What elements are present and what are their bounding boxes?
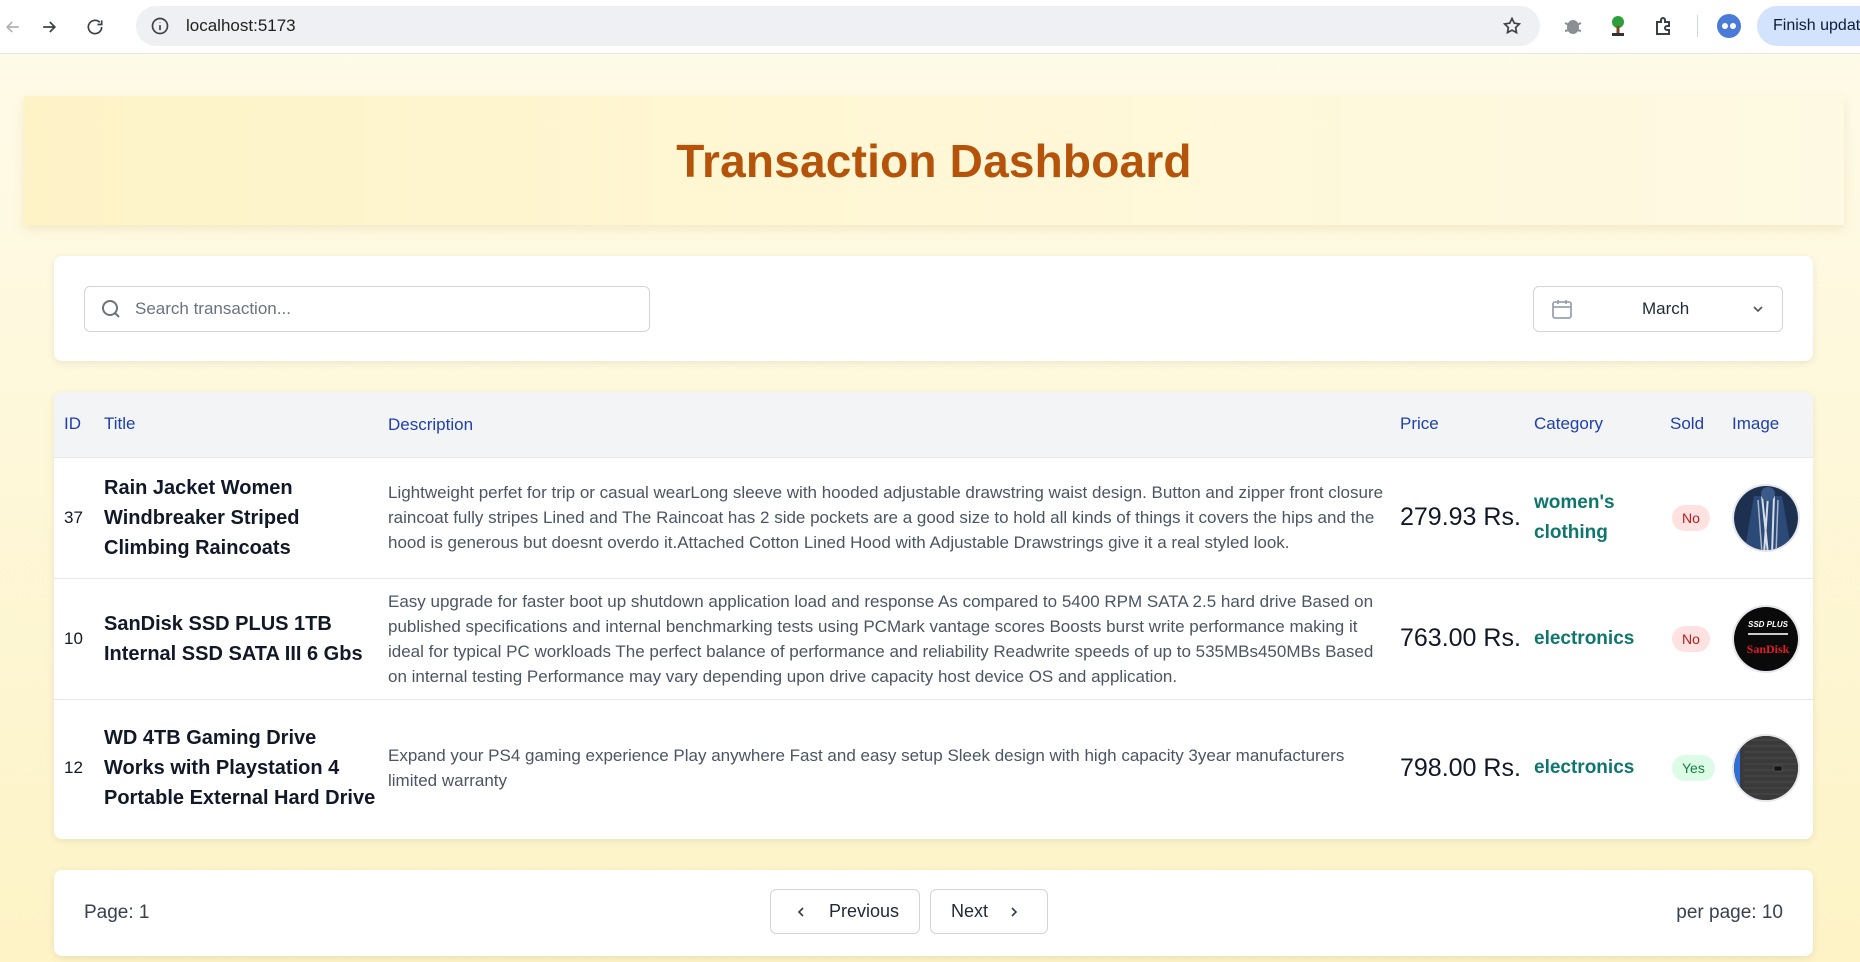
arrow-left-icon (5, 20, 19, 33)
cell-id: 10 (54, 577, 104, 699)
cell-description: Lightweight perfet for trip or casual we… (388, 456, 1400, 578)
product-image-hdd[interactable] (1732, 734, 1800, 803)
next-button[interactable]: Next (930, 889, 1048, 934)
arrow-right-icon (43, 20, 57, 33)
cell-image (1732, 456, 1813, 578)
cell-sold: No (1670, 577, 1732, 699)
transactions-table: ID Title Description Price Category Sold… (54, 392, 1813, 839)
sold-status-badge: Yes (1672, 755, 1715, 782)
profile-avatar-icon[interactable] (1717, 14, 1741, 38)
per-page-label: per page: 10 (1676, 902, 1783, 923)
bookmark-star-icon[interactable] (1502, 16, 1522, 36)
table-row[interactable]: 12 WD 4TB Gaming Drive Works with Playst… (54, 698, 1813, 837)
sold-status-badge: No (1672, 625, 1710, 652)
extensions-puzzle-icon[interactable] (1652, 14, 1676, 38)
site-info-icon[interactable] (150, 16, 170, 36)
ssd-image-brand: SanDisk (1747, 642, 1790, 656)
calendar-icon (1552, 300, 1572, 319)
address-bar[interactable]: localhost:5173 (136, 6, 1540, 46)
column-header-sold[interactable]: Sold (1670, 392, 1732, 457)
next-label: Next (951, 901, 989, 921)
selected-month: March (1642, 299, 1690, 318)
cell-id: 12 (54, 698, 104, 837)
previous-button[interactable]: Previous (770, 889, 920, 934)
finish-update-label: Finish update (1773, 17, 1860, 34)
tree-extension-icon[interactable] (1606, 14, 1630, 38)
sold-status-badge: No (1672, 504, 1710, 531)
reload-icon (87, 19, 103, 35)
browser-toolbar: localhost:5173 Finish update (0, 0, 1860, 54)
cell-price: 798.00 Rs. (1400, 698, 1534, 837)
current-page-label: Page: 1 (84, 902, 150, 923)
jacket-image (1734, 485, 1798, 550)
cell-sold: Yes (1670, 698, 1732, 837)
ssd-image: SSD PLUS SanDisk (1734, 606, 1798, 671)
page-title: Transaction Dashboard (676, 134, 1192, 187)
cell-category: women's clothing (1534, 456, 1670, 578)
back-button[interactable] (0, 0, 26, 54)
chevron-down-icon (1753, 306, 1763, 313)
ssd-image-caption: SSD PLUS (1748, 620, 1789, 629)
search-box[interactable] (84, 286, 650, 332)
table-row[interactable]: 10 SanDisk SSD PLUS 1TB Internal SSD SAT… (54, 577, 1813, 699)
cell-price: 763.00 Rs. (1400, 577, 1534, 699)
table-header-row: ID Title Description Price Category Sold… (54, 392, 1813, 457)
table-row[interactable]: 37 Rain Jacket Women Windbreaker Striped… (54, 456, 1813, 578)
column-header-title[interactable]: Title (104, 392, 388, 457)
search-input[interactable] (135, 299, 635, 319)
reload-button[interactable] (72, 0, 118, 54)
cell-category: electronics (1534, 698, 1670, 837)
cell-description: Easy upgrade for faster boot up shutdown… (388, 577, 1400, 699)
url-text[interactable]: localhost:5173 (186, 16, 296, 36)
finish-update-button[interactable]: Finish update (1757, 6, 1860, 46)
column-header-category[interactable]: Category (1534, 392, 1670, 457)
column-header-id[interactable]: ID (54, 392, 104, 457)
previous-label: Previous (829, 901, 900, 921)
hdd-image (1734, 736, 1798, 801)
cell-sold: No (1670, 456, 1732, 578)
column-header-description[interactable]: Description (388, 392, 1400, 457)
cell-title: SanDisk SSD PLUS 1TB Internal SSD SATA I… (104, 577, 388, 699)
cell-image (1732, 698, 1813, 837)
cell-image: SSD PLUS SanDisk (1732, 577, 1813, 699)
chevron-right-icon (1011, 906, 1018, 917)
cell-id: 37 (54, 456, 104, 578)
cell-title: Rain Jacket Women Windbreaker Striped Cl… (104, 456, 388, 578)
column-header-price[interactable]: Price (1400, 392, 1534, 457)
cell-description: Expand your PS4 gaming experience Play a… (388, 698, 1400, 837)
month-select[interactable]: March (1533, 286, 1783, 332)
chevron-left-icon (797, 906, 804, 917)
product-image-ssd[interactable]: SSD PLUS SanDisk (1732, 604, 1800, 673)
dashboard-header: Transaction Dashboard (24, 96, 1844, 225)
cell-title: WD 4TB Gaming Drive Works with Playstati… (104, 698, 388, 837)
cell-category: electronics (1534, 577, 1670, 699)
toolbar-divider (1697, 15, 1698, 37)
forward-button[interactable] (26, 0, 72, 54)
search-icon (102, 300, 120, 318)
filter-bar: March (54, 256, 1813, 361)
bug-extension-icon[interactable] (1561, 14, 1585, 38)
cell-price: 279.93 Rs. (1400, 456, 1534, 578)
column-header-image[interactable]: Image (1732, 392, 1813, 457)
product-image-jacket[interactable] (1732, 483, 1800, 552)
pagination-bar: Page: 1 Previous Next per page: 10 (54, 870, 1813, 956)
